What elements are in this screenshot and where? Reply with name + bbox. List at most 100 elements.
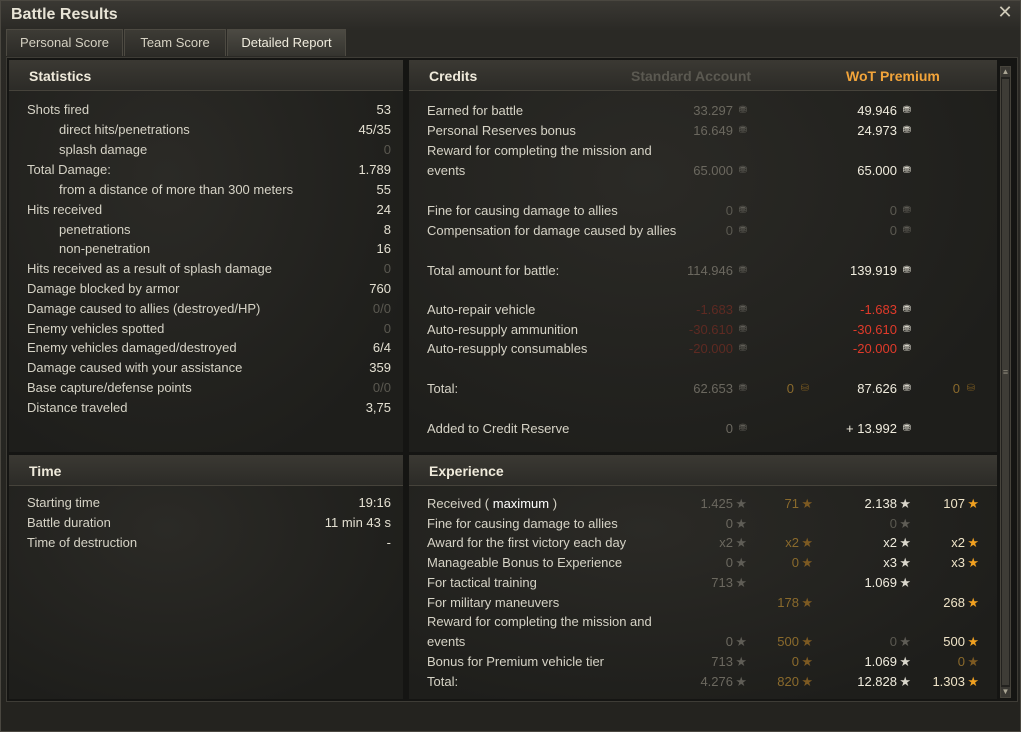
xp-star-icon: ★: [899, 654, 911, 669]
time-row: Time of destruction -: [9, 533, 403, 553]
free-xp-premium-value: 107: [943, 496, 965, 511]
statistics-row-label: direct hits/penetrations: [59, 122, 190, 137]
statistics-row: from a distance of more than 300 meters 5…: [9, 180, 403, 200]
credits-standard-value: -1.683: [696, 302, 733, 317]
free-xp-standard-value: 71: [784, 496, 799, 511]
gold-premium-value: 0: [952, 381, 960, 396]
credits-row: Total: 62.653 ⛃ 87.626 ⛃ 0 ⛁ 0 ⛁: [409, 379, 997, 399]
time-row: Starting time 19:16: [9, 493, 403, 513]
experience-row-label-text: Total:: [427, 674, 459, 689]
free-xp-star-icon: ★: [967, 535, 979, 550]
statistics-row-value: 24: [376, 202, 391, 217]
experience-row-label-cont: events: [427, 634, 466, 649]
free-xp-star-icon: ★: [801, 634, 813, 649]
credits-premium-value: 65.000: [857, 163, 897, 178]
experience-row: Fine for causing damage to allies 0 ★ 0 ★: [409, 514, 997, 534]
credits-standard-value: -20.000: [688, 341, 733, 356]
statistics-row-label: Damage blocked by armor: [27, 281, 180, 296]
xp-star-icon: ★: [899, 575, 911, 590]
gold-standard-value: 0: [786, 381, 794, 396]
statistics-row: Base capture/defense points 0/0: [9, 378, 403, 398]
credits-row-label: Auto-resupply ammunition: [427, 322, 579, 337]
statistics-row: direct hits/penetrations 45/35: [9, 120, 403, 140]
free-xp-star-icon: ★: [967, 634, 979, 649]
experience-row-label-text: Reward for completing the mission and: [427, 614, 652, 629]
xp-standard-value: x2: [719, 535, 733, 550]
credits-row: Auto-resupply ammunition -30.610 ⛃ -30.610 ⛃: [409, 320, 997, 340]
statistics-row: Damage caused with your assistance 359: [9, 358, 403, 378]
free-xp-standard-value: 178: [777, 595, 799, 610]
xp-star-icon: ★: [735, 496, 747, 511]
tab-team-score[interactable]: Team Score: [124, 29, 226, 56]
time-row-label: Time of destruction: [27, 535, 138, 550]
xp-premium-value: 0: [889, 516, 897, 531]
free-xp-star-icon: ★: [801, 555, 813, 570]
statistics-row-value: 16: [376, 241, 391, 256]
credit-coin-icon: ⛃: [738, 105, 747, 116]
statistics-row-label: splash damage: [59, 142, 148, 157]
free-xp-standard-value: 820: [777, 674, 799, 689]
credit-coin-icon: ⛃: [738, 383, 747, 394]
free-xp-premium-value: x3: [951, 555, 965, 570]
scroll-down-icon[interactable]: ▼: [1001, 687, 1010, 697]
statistics-row-label: Distance traveled: [27, 400, 128, 415]
statistics-row: splash damage 0: [9, 140, 403, 160]
statistics-row-value: 55: [376, 182, 391, 197]
credits-row-label: Added to Credit Reserve: [427, 421, 570, 436]
free-xp-standard-value: x2: [785, 535, 799, 550]
window-title: Battle Results: [11, 6, 118, 23]
time-row-value: -: [386, 535, 391, 550]
credits-premium-value: 49.946: [857, 103, 897, 118]
credits-standard-value: 114.946: [686, 263, 733, 278]
scroll-up-icon[interactable]: ▲: [1001, 67, 1010, 77]
statistics-row: Enemy vehicles damaged/destroyed 6/4: [9, 338, 403, 358]
credit-coin-icon: ⛃: [738, 324, 747, 335]
experience-row-label-text: Manageable Bonus to Experience: [427, 555, 623, 570]
experience-panel: Experience Received ( maximum ) 1.425 ★ 71 ★…: [409, 455, 997, 699]
credits-row: Total amount for battle: 114.946 ⛃ 139.919 ⛃: [409, 261, 997, 281]
gold-coin-icon: ⛁: [800, 383, 809, 394]
experience-row-label-text: For military maneuvers: [427, 595, 560, 610]
experience-row-label-text: For tactical training: [427, 575, 537, 590]
xp-standard-value: 1.425: [700, 496, 733, 511]
free-xp-star-icon: ★: [967, 595, 979, 610]
statistics-title: Statistics: [29, 68, 92, 84]
wot-premium-header: WoT Premium: [846, 68, 940, 84]
vertical-scrollbar[interactable]: ▲ ≡ ▼: [1000, 66, 1011, 698]
title-bar[interactable]: Battle Results ✕: [1, 1, 1020, 29]
experience-row-label-text: Bonus for Premium vehicle tier: [427, 654, 605, 669]
experience-row: Award for the first victory each day x2 ★ x…: [409, 533, 997, 553]
free-xp-standard-value: 500: [777, 634, 799, 649]
xp-standard-value: 0: [725, 555, 733, 570]
statistics-row: Hits received as a result of splash dama…: [9, 259, 403, 279]
credit-coin-icon: ⛃: [738, 423, 747, 434]
credits-standard-value: 62.653: [693, 381, 733, 396]
time-row-label: Starting time: [27, 495, 100, 510]
statistics-panel: Statistics Shots fired 53 direct hits/pene…: [9, 60, 403, 452]
experience-row-label-emphasis: maximum: [492, 496, 550, 511]
close-icon[interactable]: ✕: [996, 3, 1014, 21]
experience-row-label: Total:: [427, 672, 458, 692]
statistics-row-label: Hits received as a result of splash dama…: [27, 261, 272, 276]
statistics-row-value: 3,75: [365, 400, 391, 415]
xp-star-icon: ★: [899, 496, 911, 511]
credits-standard-value: 0: [725, 203, 733, 218]
battle-results-window: Battle Results ✕ Personal Score Team Sco…: [0, 0, 1021, 732]
credits-row-label: Auto-repair vehicle: [427, 302, 536, 317]
credits-row-label: Total amount for battle:: [427, 263, 560, 278]
credits-premium-value: 87.626: [857, 381, 897, 396]
tab-personal-score[interactable]: Personal Score: [6, 29, 123, 56]
credits-header: Credits Standard Account WoT Premium: [409, 60, 997, 91]
statistics-row-label: Enemy vehicles damaged/destroyed: [27, 340, 237, 355]
credit-coin-icon: ⛃: [738, 343, 747, 354]
credits-row-label: Auto-resupply consumables: [427, 341, 588, 356]
report-content: Statistics Shots fired 53 direct hits/pene…: [6, 57, 1018, 702]
experience-header: Experience: [409, 455, 997, 486]
experience-row: For military maneuvers 178 ★ 268 ★: [409, 593, 997, 613]
statistics-row: penetrations 8: [9, 220, 403, 240]
tab-detailed-report[interactable]: Detailed Report: [227, 29, 346, 56]
xp-standard-value: 0: [725, 634, 733, 649]
scrollbar-thumb[interactable]: [1002, 79, 1009, 685]
xp-star-icon: ★: [735, 535, 747, 550]
time-row: Battle duration 11 min 43 s: [9, 513, 403, 533]
